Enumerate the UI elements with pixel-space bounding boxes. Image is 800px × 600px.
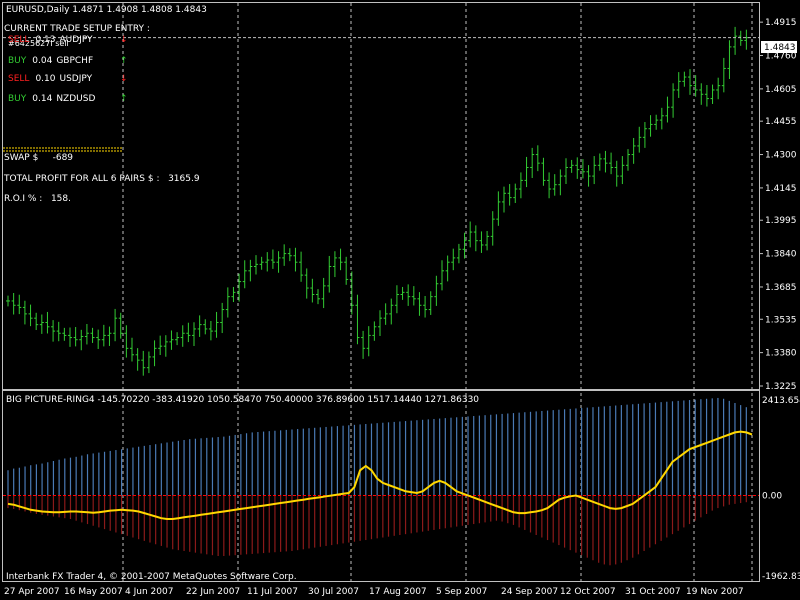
profit-value: 3165.9	[168, 174, 200, 184]
profit-row: TOTAL PROFIT FOR ALL 6 PAIRS $ : 3165.9	[4, 174, 200, 185]
y-tick-label: 1.3535	[765, 315, 797, 325]
x-tick-label: 11 Jul 2007	[247, 587, 298, 597]
trade-row: SELL 0.13 AUDJPY ↓	[8, 35, 128, 46]
indicator-tick-label: -1962.83	[762, 572, 800, 582]
arrow-up-icon: ↑	[120, 94, 128, 104]
y-tick-label: 1.3995	[765, 216, 797, 226]
arrow-up-icon: ↑	[120, 56, 128, 66]
arrow-down-icon: ↓	[120, 74, 128, 84]
arrow-down-icon: ↓	[120, 35, 128, 45]
trade-side: SELL	[8, 74, 30, 84]
y-tick-label: 1.4605	[765, 85, 797, 95]
x-tick-label: 31 Oct 2007	[625, 587, 681, 597]
trade-lot: 0.13	[35, 35, 56, 45]
trade-row: BUY 0.04 GBPCHF ↑	[8, 56, 128, 67]
x-tick-label: 4 Jun 2007	[125, 587, 173, 597]
y-tick-label: 1.4760	[765, 52, 797, 62]
current-price-tag: 1.4843	[761, 41, 797, 53]
swap-label: SWAP $	[4, 153, 39, 163]
indicator-tick-label: 2413.654	[762, 396, 800, 406]
trade-side: BUY	[8, 56, 27, 66]
trade-lot: 0.10	[35, 74, 56, 84]
x-tick-label: 22 Jun 2007	[186, 587, 240, 597]
trade-pair: NZDUSD	[56, 94, 96, 104]
y-tick-label: 1.4300	[765, 151, 797, 161]
indicator-label: BIG PICTURE-RING4 -145.70220 -383.41920 …	[6, 395, 479, 405]
trade-side: BUY	[8, 94, 27, 104]
y-tick-label: 1.3840	[765, 250, 797, 260]
price-axis: 1.4915 1.4760 1.4605 1.4455 1.4300 1.4145 1.39…	[759, 18, 797, 392]
indicator-axis: 2413.654 0.00 -1962.83	[762, 396, 800, 582]
trade-pair: AUDJPY	[59, 35, 93, 45]
y-tick-label: 1.4455	[765, 117, 797, 127]
x-tick-label: 5 Sep 2007	[436, 587, 487, 597]
trade-lot: 0.14	[32, 94, 53, 104]
time-axis: 27 Apr 2007 16 May 2007 4 Jun 2007 22 Jun 2…	[4, 587, 744, 597]
trade-pair: GBPCHF	[56, 56, 94, 66]
chart-canvas[interactable]: 1.4915 1.4760 1.4605 1.4455 1.4300 1.4145 1.39…	[0, 0, 800, 600]
trade-pair: USDJPY	[59, 74, 93, 84]
x-tick-label: 16 May 2007	[64, 587, 123, 597]
trade-lot: 0.04	[32, 56, 53, 66]
x-tick-label: 19 Nov 2007	[686, 587, 744, 597]
x-tick-label: 30 Jul 2007	[308, 587, 359, 597]
profit-label: TOTAL PROFIT FOR ALL 6 PAIRS $ :	[4, 174, 160, 184]
swap-value: -689	[52, 153, 74, 163]
chart-header: EURUSD,Daily 1.4871 1.4908 1.4808 1.4843	[6, 5, 207, 15]
platform-footer: Interbank FX Trader 4, © 2001-2007 MetaQ…	[6, 572, 297, 582]
trade-row: SELL 0.10 USDJPY ↓	[8, 74, 128, 85]
price-candles	[6, 26, 749, 376]
roi-label: R.O.I % :	[4, 194, 43, 204]
y-tick-label: 1.3225	[765, 382, 797, 392]
y-tick-label: 1.3685	[765, 283, 797, 293]
y-tick-label: 1.4915	[765, 18, 797, 28]
x-tick-label: 24 Sep 2007	[501, 587, 558, 597]
x-tick-label: 27 Apr 2007	[4, 587, 60, 597]
y-tick-label: 1.4145	[765, 184, 797, 194]
setup-title: CURRENT TRADE SETUP ENTRY :	[4, 24, 150, 34]
x-tick-label: 17 Aug 2007	[369, 587, 427, 597]
roi-value: 158.	[50, 194, 71, 204]
indicator-line	[7, 430, 753, 520]
roi-row: R.O.I % : 158.	[4, 194, 71, 205]
vertical-grid	[122, 3, 753, 581]
x-tick-label: 12 Oct 2007	[560, 587, 616, 597]
y-tick-label: 1.3380	[765, 349, 797, 359]
trade-side: SELL	[8, 35, 30, 45]
indicator-histogram	[7, 397, 747, 566]
swap-row: SWAP $ -689	[4, 153, 73, 164]
current-price-label: 1.4843	[764, 43, 796, 53]
trade-row: BUY 0.14 NZDUSD ↑	[8, 94, 128, 105]
indicator-tick-label: 0.00	[762, 491, 782, 501]
main-pane-frame	[2, 2, 760, 390]
